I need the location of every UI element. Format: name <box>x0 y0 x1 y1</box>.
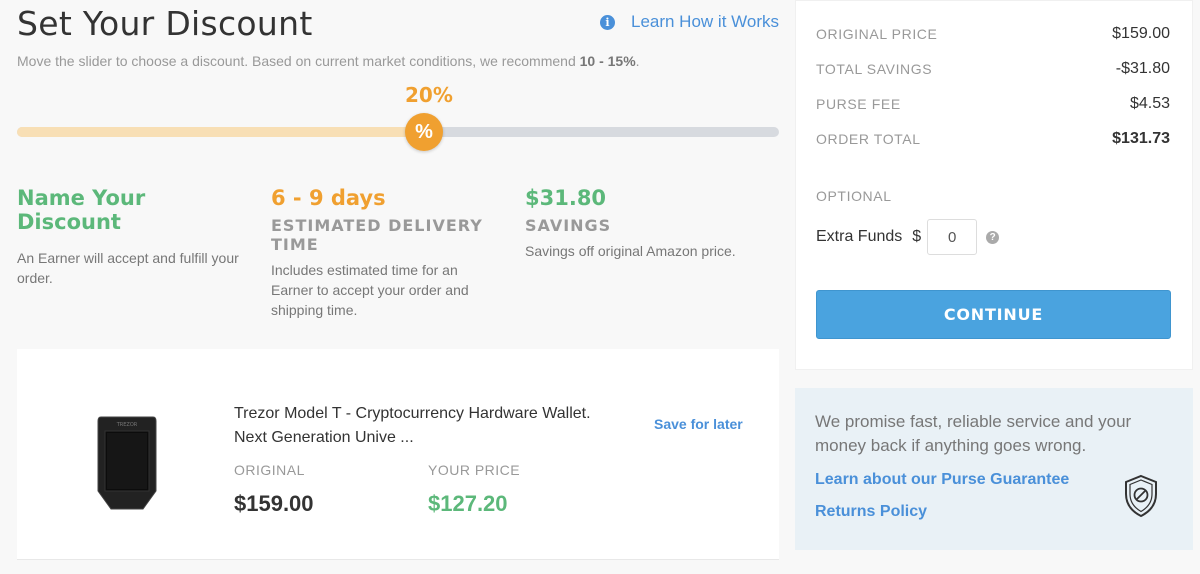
extra-funds-label: Extra Funds <box>816 228 903 245</box>
delivery-label: ESTIMATED DELIVERY TIME <box>271 216 483 254</box>
discount-panel: Set Your Discount i Learn How it Works M… <box>17 0 779 574</box>
learn-link-label: Learn How it Works <box>630 12 779 31</box>
recommended-range: 10 - 15% <box>579 53 636 69</box>
guarantee-text: We promise fast, reliable service and yo… <box>815 412 1132 455</box>
savings-amount: $31.80 <box>525 186 607 210</box>
delivery-info: 6 - 9 days ESTIMATED DELIVERY TIME Inclu… <box>271 186 496 320</box>
your-price-label: YOUR PRICE <box>428 462 521 478</box>
info-icon: i <box>599 14 615 30</box>
order-summary-panel: ORIGINAL PRICE $159.00 TOTAL SAVINGS -$3… <box>795 0 1193 370</box>
summary-total-savings-label: TOTAL SAVINGS <box>816 61 933 77</box>
subtitle: Move the slider to choose a discount. Ba… <box>17 53 640 69</box>
product-card: TREZOR Trezor Model T - Cryptocurrency H… <box>17 349 779 560</box>
original-price-label: ORIGINAL <box>234 462 305 478</box>
device-brand: TREZOR <box>116 422 138 428</box>
product-original-price: $159.00 <box>234 491 314 516</box>
optional-label: OPTIONAL <box>816 188 892 204</box>
savings-desc: Savings off original Amazon price. <box>525 243 736 259</box>
help-icon[interactable]: ? <box>986 230 1000 244</box>
savings-info: $31.80 SAVINGS Savings off original Amaz… <box>525 186 765 261</box>
discount-slider-fill <box>17 127 430 137</box>
subtitle-suffix: . <box>635 53 640 69</box>
extra-funds-input[interactable] <box>927 219 978 255</box>
percent-icon: % <box>415 120 433 143</box>
learn-how-it-works-link[interactable]: i Learn How it Works <box>599 12 779 32</box>
guarantee-panel: We promise fast, reliable service and yo… <box>795 388 1193 550</box>
summary-purse-fee-label: PURSE FEE <box>816 96 901 112</box>
product-title[interactable]: Trezor Model T - Cryptocurrency Hardware… <box>234 402 614 450</box>
discount-slider-thumb[interactable]: % <box>405 113 443 151</box>
extra-funds-row: Extra Funds $ ? <box>816 219 1000 255</box>
product-image: TREZOR <box>97 416 157 510</box>
summary-original-price-label: ORIGINAL PRICE <box>816 26 938 42</box>
summary-total-savings: -$31.80 <box>1115 60 1170 77</box>
summary-original-price: $159.00 <box>1112 25 1170 42</box>
discount-slider-track[interactable] <box>17 127 779 137</box>
currency-symbol: $ <box>912 228 922 245</box>
total-savings-row: TOTAL SAVINGS -$31.80 <box>816 60 1170 78</box>
purse-fee-row: PURSE FEE $4.53 <box>816 95 1170 113</box>
returns-policy-link[interactable]: Returns Policy <box>815 503 927 521</box>
summary-order-total-label: ORDER TOTAL <box>816 131 921 147</box>
save-for-later-link[interactable]: Save for later <box>654 416 743 432</box>
original-price-row: ORIGINAL PRICE $159.00 <box>816 25 1170 43</box>
name-discount-heading: Name Your Discount <box>17 186 146 234</box>
purse-guarantee-link[interactable]: Learn about our Purse Guarantee <box>815 471 1069 489</box>
summary-purse-fee: $4.53 <box>1129 95 1170 112</box>
delivery-desc: Includes estimated time for an Earner to… <box>271 262 469 318</box>
name-discount-desc: An Earner will accept and fulfill your o… <box>17 250 239 286</box>
summary-order-total: $131.73 <box>1112 130 1170 147</box>
subtitle-text: Move the slider to choose a discount. Ba… <box>17 53 580 69</box>
savings-label: SAVINGS <box>525 216 612 235</box>
page-title: Set Your Discount <box>17 4 313 43</box>
product-your-price: $127.20 <box>428 491 508 516</box>
order-total-row: ORDER TOTAL $131.73 <box>816 130 1170 148</box>
name-discount-info: Name Your Discount An Earner will accept… <box>17 186 252 288</box>
delivery-days: 6 - 9 days <box>271 186 386 210</box>
continue-button[interactable]: CONTINUE <box>816 290 1171 339</box>
discount-percent-label: 20% <box>405 83 453 107</box>
shield-icon <box>1125 474 1157 518</box>
